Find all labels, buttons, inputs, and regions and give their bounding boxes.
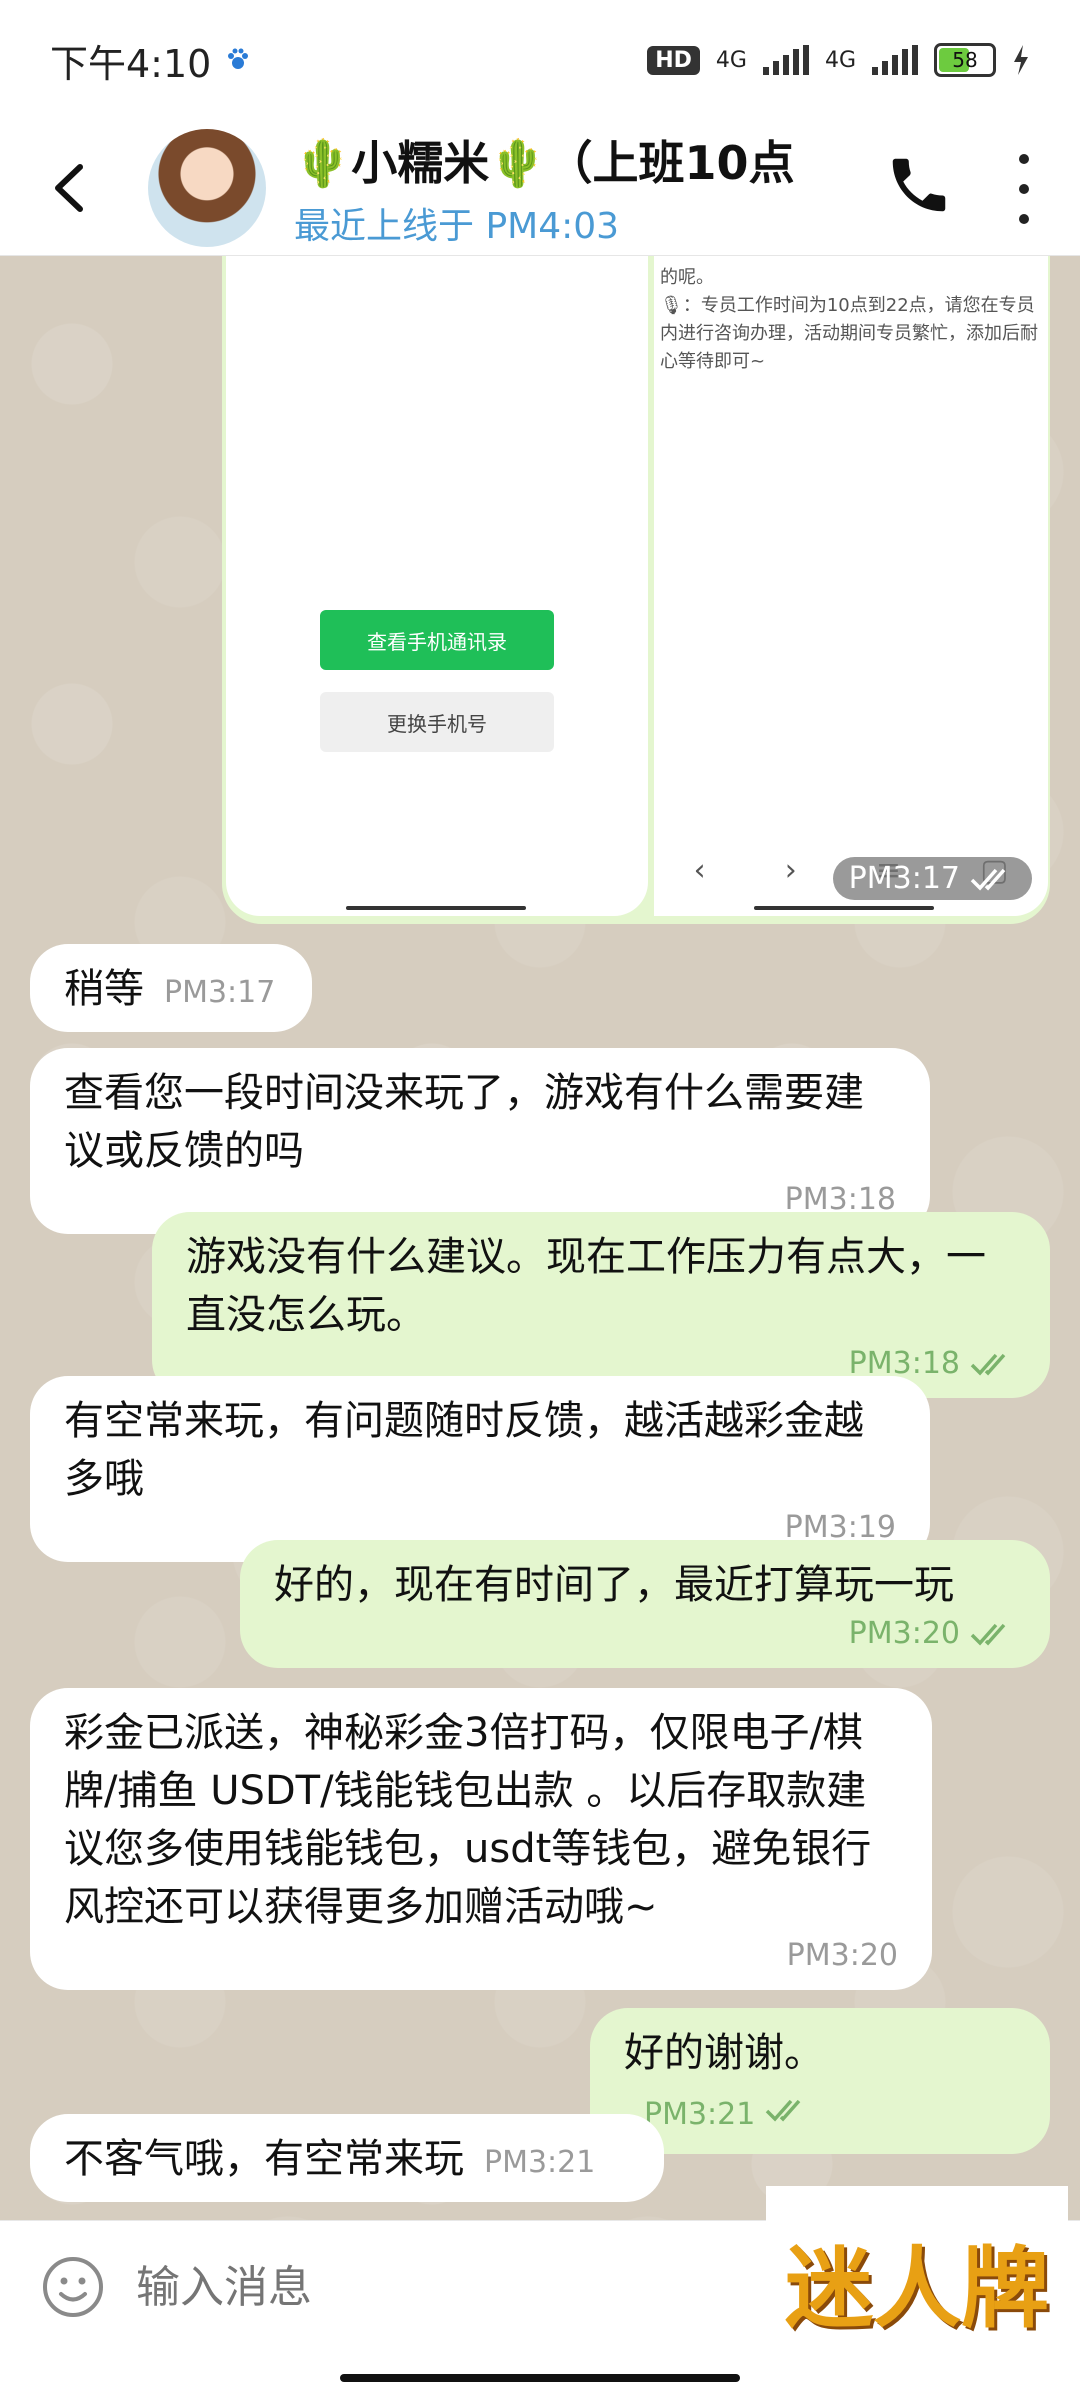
phone-icon[interactable] bbox=[884, 150, 954, 220]
hd-voice-badge: HD bbox=[647, 45, 700, 75]
back-arrow-icon[interactable] bbox=[40, 158, 100, 218]
image-time-text: PM3:17 bbox=[848, 861, 960, 896]
last-seen-status: 最近上线于 PM4:03 bbox=[294, 205, 620, 247]
more-vert-icon[interactable] bbox=[1004, 154, 1044, 224]
image-message[interactable]: 查看手机通讯录 更换手机号 的呢。 🎙：专员工作时间为10点到22点，请您在专员… bbox=[222, 256, 1050, 924]
message-text: 查看您一段时间没来玩了，游戏有什么需要建议或反馈的吗 bbox=[64, 1070, 864, 1174]
screenshot-text: 的呢。 🎙：专员工作时间为10点到22点，请您在专员内进行咨询办理，活动期间专员… bbox=[660, 267, 1038, 372]
signal-icon bbox=[762, 45, 809, 75]
message-time-text: PM3:20 bbox=[848, 1616, 960, 1651]
message-text: 有空常来玩，有问题随时反馈，越活越彩金越多哦 bbox=[64, 1398, 864, 1502]
message-text: 不客气哦，有空常来玩 bbox=[64, 2136, 464, 2182]
network-type-1: 4G bbox=[715, 47, 747, 73]
status-bar: 下午4:10 HD 4G 4G 58 bbox=[0, 0, 1080, 120]
message-incoming[interactable]: 不客气哦，有空常来玩 PM3:21 bbox=[30, 2114, 664, 2202]
status-time: 下午4:10 bbox=[50, 41, 212, 86]
message-time: PM3:21 bbox=[644, 2090, 811, 2140]
baidu-paw-icon bbox=[228, 48, 249, 69]
home-indicator bbox=[754, 906, 934, 910]
message-incoming[interactable]: 查看您一段时间没来玩了，游戏有什么需要建议或反馈的吗 PM3:18 bbox=[30, 1048, 930, 1234]
message-text: 好的谢谢。 bbox=[624, 2030, 824, 2076]
double-check-icon bbox=[970, 868, 1006, 891]
battery-level: 58 bbox=[952, 48, 978, 72]
message-text: 游戏没有什么建议。现在工作压力有点大，一直没怎么玩。 bbox=[186, 1234, 986, 1338]
screenshot-left: 查看手机通讯录 更换手机号 bbox=[226, 256, 648, 916]
double-check-icon bbox=[970, 1623, 1006, 1646]
watermark-logo: 迷人牌 bbox=[766, 2186, 1068, 2376]
message-incoming[interactable]: 有空常来玩，有问题随时反馈，越活越彩金越多哦 PM3:19 bbox=[30, 1376, 930, 1562]
message-text: 稍等 bbox=[64, 966, 144, 1012]
message-incoming[interactable]: 彩金已派送，神秘彩金3倍打码，仅限电子/棋牌/捕鱼 USDT/钱能钱包出款 。以… bbox=[30, 1688, 932, 1990]
double-check-icon bbox=[970, 1353, 1006, 1376]
message-outgoing[interactable]: 好的谢谢。 PM3:21 bbox=[590, 2008, 1050, 2154]
message-text: 彩金已派送，神秘彩金3倍打码，仅限电子/棋牌/捕鱼 USDT/钱能钱包出款 。以… bbox=[64, 1710, 872, 1930]
signal-icon bbox=[872, 45, 918, 75]
contact-name: 🌵小糯米🌵（上班10点 bbox=[294, 135, 794, 190]
message-text: 好的，现在有时间了，最近打算玩一玩 bbox=[274, 1562, 954, 1608]
screenshot-right: 的呢。 🎙：专员工作时间为10点到22点，请您在专员内进行咨询办理，活动期间专员… bbox=[654, 256, 1048, 916]
message-time: PM3:20 bbox=[274, 1614, 1016, 1654]
message-outgoing[interactable]: 好的，现在有时间了，最近打算玩一玩 PM3:20 bbox=[240, 1540, 1050, 1668]
battery-icon: 58 bbox=[934, 43, 996, 77]
emoji-icon[interactable] bbox=[40, 2254, 106, 2320]
message-incoming[interactable]: 稍等 PM3:17 bbox=[30, 944, 312, 1032]
home-indicator bbox=[346, 906, 526, 910]
charging-icon bbox=[1014, 45, 1028, 75]
gesture-bar[interactable] bbox=[340, 2374, 740, 2382]
message-time: PM3:20 bbox=[64, 1936, 898, 1976]
contact-title[interactable]: 🌵小糯米🌵（上班10点 最近上线于 PM4:03 bbox=[294, 127, 794, 249]
message-time: PM3:17 bbox=[164, 975, 276, 1010]
chat-header: 🌵小糯米🌵（上班10点 最近上线于 PM4:03 bbox=[0, 120, 1080, 256]
view-contacts-button: 查看手机通讯录 bbox=[320, 610, 554, 670]
image-timestamp: PM3:17 bbox=[832, 857, 1032, 900]
double-check-icon bbox=[765, 2099, 801, 2122]
message-outgoing[interactable]: 游戏没有什么建议。现在工作压力有点大，一直没怎么玩。 PM3:18 bbox=[152, 1212, 1050, 1398]
network-type-2: 4G bbox=[824, 47, 856, 73]
change-phone-button: 更换手机号 bbox=[320, 692, 554, 752]
avatar[interactable] bbox=[148, 128, 266, 247]
message-time: PM3:21 bbox=[484, 2145, 596, 2180]
message-time-text: PM3:20 bbox=[786, 1938, 898, 1973]
message-input[interactable] bbox=[134, 2260, 738, 2314]
message-time-text: PM3:21 bbox=[644, 2097, 756, 2132]
